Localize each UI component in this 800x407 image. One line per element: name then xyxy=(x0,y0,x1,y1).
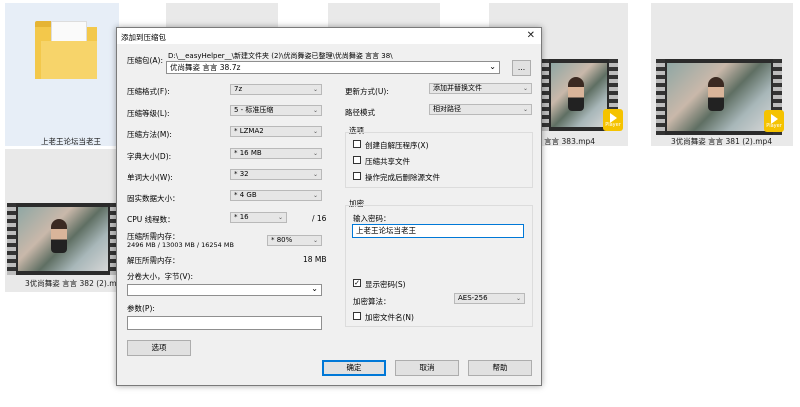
word-label: 单词大小(W): xyxy=(127,173,173,182)
chevron-down-icon: ⌄ xyxy=(312,237,318,244)
chevron-down-icon: ⌄ xyxy=(312,128,318,135)
close-icon[interactable]: ✕ xyxy=(527,30,535,41)
enc-method-label: 加密算法： xyxy=(353,297,391,306)
shared-files-label: 压缩共享文件 xyxy=(365,157,410,166)
dict-label: 字典大小(D): xyxy=(127,152,172,161)
sfx-checkbox[interactable] xyxy=(353,140,361,148)
format-select[interactable]: 7z ⌄ xyxy=(230,84,322,95)
video-tile-381[interactable]: Player 3优尚舞姿 言言 381 (2).mp4 xyxy=(651,3,793,146)
chevron-down-icon: ⌄ xyxy=(522,85,528,92)
file-tile-blank-1[interactable] xyxy=(166,3,278,27)
folder-tile[interactable]: 上老王论坛当老王 xyxy=(5,3,119,146)
params-input[interactable] xyxy=(127,316,322,330)
update-mode-label: 更新方式(U): xyxy=(345,87,389,96)
mem-comp-detail: 2496 MB / 13003 MB / 16254 MB xyxy=(127,241,234,249)
chevron-down-icon: ⌄ xyxy=(312,86,318,93)
chevron-down-icon: ⌄ xyxy=(312,107,318,114)
encrypt-names-label: 加密文件名(N) xyxy=(365,313,414,322)
encrypt-names-checkbox[interactable] xyxy=(353,312,361,320)
solid-select[interactable]: * 4 GB ⌄ xyxy=(230,190,322,201)
chevron-down-icon: ⌄ xyxy=(312,192,318,199)
params-label: 参数(P): xyxy=(127,304,155,313)
chevron-down-icon: ⌄ xyxy=(515,295,521,302)
file-tile-blank-2[interactable] xyxy=(328,3,440,27)
split-combo[interactable]: ⌄ xyxy=(127,284,322,296)
threads-select[interactable]: * 16 ⌄ xyxy=(230,212,287,223)
player-badge-icon: Player xyxy=(764,110,784,132)
password-label: 输入密码： xyxy=(353,214,391,223)
threads-label: CPU 线程数： xyxy=(127,215,175,224)
chevron-down-icon: ⌄ xyxy=(312,150,318,157)
delete-after-label: 操作完成后删除源文件 xyxy=(365,173,440,182)
word-select[interactable]: * 32 ⌄ xyxy=(230,169,322,180)
path-mode-label: 路径模式 xyxy=(345,108,375,117)
solid-label: 固实数据大小： xyxy=(127,194,180,203)
video-label: 3优尚舞姿 言言 381 (2).mp4 xyxy=(671,137,773,146)
mem-decomp-label: 解压所需内存： xyxy=(127,256,180,265)
delete-after-checkbox[interactable] xyxy=(353,172,361,180)
dialog-titlebar: 添加到压缩包 ✕ xyxy=(117,28,541,44)
threads-max: / 16 xyxy=(312,214,327,223)
dict-select[interactable]: * 16 MB ⌄ xyxy=(230,148,322,159)
mem-usage-select[interactable]: * 80% ⌄ xyxy=(267,235,322,246)
archive-path: D:\__easyHelper__\新建文件夹 (2)\优尚舞姿已整理\优尚舞姿… xyxy=(168,52,393,60)
level-label: 压缩等级(L): xyxy=(127,109,170,118)
chevron-down-icon: ⌄ xyxy=(489,62,496,71)
method-select[interactable]: * LZMA2 ⌄ xyxy=(230,126,322,137)
shared-files-checkbox[interactable] xyxy=(353,156,361,164)
folder-icon xyxy=(35,21,97,79)
path-mode-select[interactable]: 相对路径 ⌄ xyxy=(429,104,532,115)
video-tile-382[interactable]: 3优尚舞姿 言言 382 (2).mp4 xyxy=(5,149,126,292)
show-password-label: 显示密码(S) xyxy=(365,280,406,289)
add-to-archive-dialog: 添加到压缩包 ✕ 压缩包(A): D:\__easyHelper__\新建文件夹… xyxy=(116,27,542,386)
folder-label: 上老王论坛当老王 xyxy=(41,137,101,146)
format-label: 压缩格式(F): xyxy=(127,87,170,96)
chevron-down-icon: ⌄ xyxy=(277,214,283,221)
browse-button[interactable]: ... xyxy=(512,60,531,76)
options-button[interactable]: 选项 xyxy=(127,340,191,356)
password-input[interactable]: 上老王论坛当老王 xyxy=(352,224,524,238)
enc-method-select[interactable]: AES-256 ⌄ xyxy=(454,293,525,304)
update-mode-select[interactable]: 添加并替换文件 ⌄ xyxy=(429,83,532,94)
archive-name-combo[interactable]: 优尚舞姿 言言 38.7z ⌄ xyxy=(166,61,500,74)
player-badge-icon: Player xyxy=(603,109,623,131)
method-label: 压缩方法(M): xyxy=(127,130,172,139)
video-label: 3优尚舞姿 言言 382 (2).mp4 xyxy=(25,279,127,288)
video-thumbnail xyxy=(7,203,119,275)
show-password-checkbox[interactable]: ✓ xyxy=(353,279,361,287)
split-label: 分卷大小，字节(V): xyxy=(127,272,194,281)
ok-button[interactable]: 确定 xyxy=(322,360,386,376)
chevron-down-icon: ⌄ xyxy=(312,171,318,178)
dialog-title: 添加到压缩包 xyxy=(121,33,166,42)
level-select[interactable]: 5 - 标准压缩 ⌄ xyxy=(230,105,322,116)
chevron-down-icon: ⌄ xyxy=(311,284,318,293)
cancel-button[interactable]: 取消 xyxy=(395,360,459,376)
sfx-label: 创建自解压程序(X) xyxy=(365,141,429,150)
help-button[interactable]: 帮助 xyxy=(468,360,532,376)
chevron-down-icon: ⌄ xyxy=(522,106,528,113)
archive-label: 压缩包(A): xyxy=(127,56,164,65)
mem-decomp-value: 18 MB xyxy=(303,255,327,264)
